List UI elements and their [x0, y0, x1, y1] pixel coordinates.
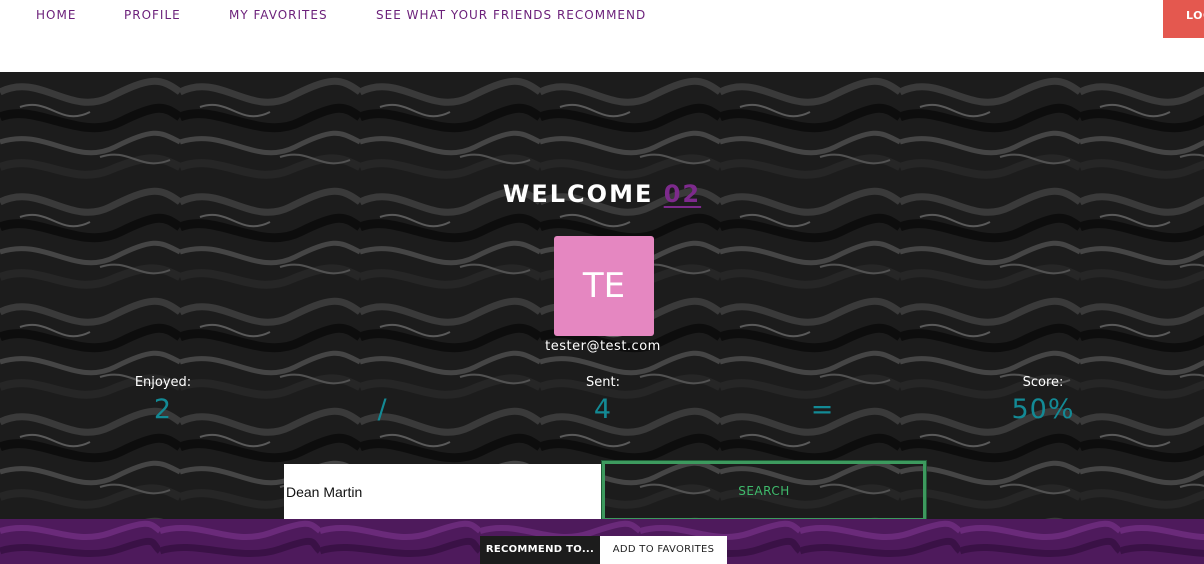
nav-home-link[interactable]: HOME	[36, 8, 76, 22]
nav-friends-recommend-link[interactable]: SEE WHAT YOUR FRIENDS RECOMMEND	[376, 8, 646, 22]
nav-my-favorites-link[interactable]: MY FAVORITES	[229, 8, 328, 22]
score-label: Score:	[1022, 375, 1064, 390]
welcome-heading: WELCOME 02	[0, 180, 1204, 208]
profile-hero: WELCOME 02 TE tester@test.com Enjoyed: 2…	[0, 72, 1204, 519]
sent-label: Sent:	[586, 375, 620, 390]
enjoyed-value: 2	[153, 394, 173, 425]
enjoyed-label: Enjoyed:	[134, 375, 192, 390]
equals-symbol: =	[810, 394, 834, 425]
logout-button[interactable]: LOG	[1163, 0, 1204, 38]
divide-symbol: /	[377, 394, 387, 425]
recommend-to-button[interactable]: RECOMMEND TO...	[480, 536, 600, 564]
welcome-prefix: WELCOME	[502, 180, 654, 208]
nav-profile-link[interactable]: PROFILE	[124, 8, 181, 22]
top-navigation: HOME PROFILE MY FAVORITES SEE WHAT YOUR …	[0, 0, 1204, 72]
sent-value: 4	[593, 394, 613, 425]
avatar: TE	[554, 236, 654, 336]
score-value: 50%	[1011, 394, 1075, 425]
add-to-favorites-button[interactable]: ADD TO FAVORITES	[600, 536, 727, 564]
user-email: tester@test.com	[545, 339, 661, 354]
search-input[interactable]	[284, 464, 602, 519]
username-link[interactable]: 02	[664, 180, 701, 208]
search-button[interactable]: SEARCH	[601, 460, 927, 519]
